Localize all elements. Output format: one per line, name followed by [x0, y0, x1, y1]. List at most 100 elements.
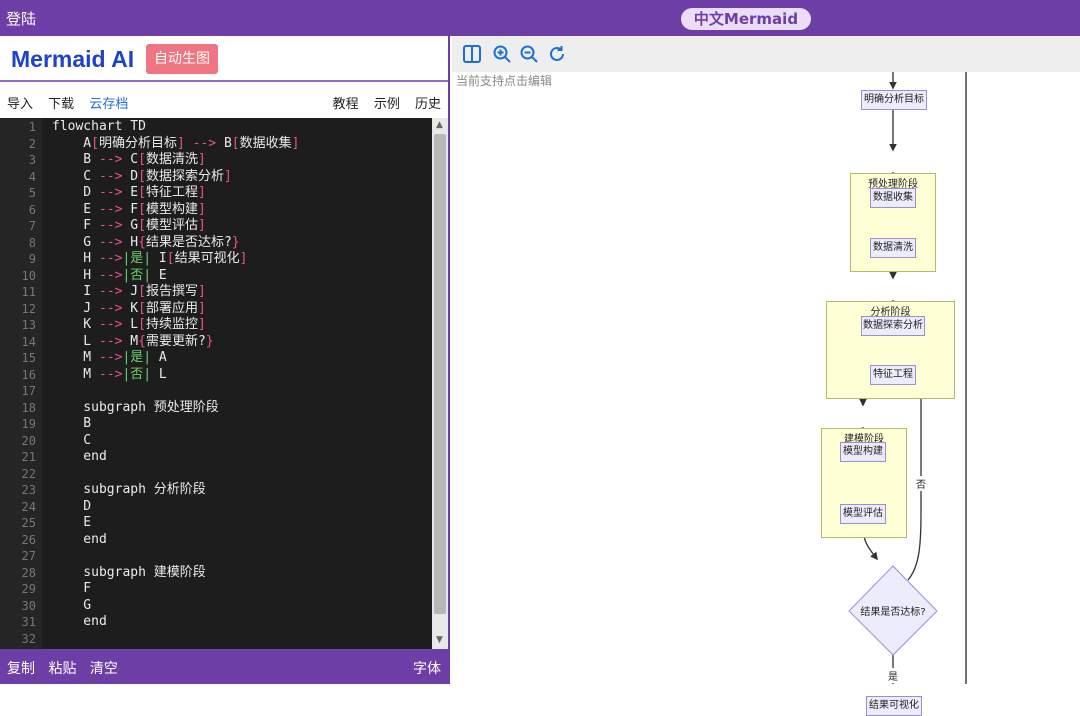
- auto-generate-button[interactable]: 自动生图: [146, 44, 218, 74]
- scroll-up-icon[interactable]: ▲: [436, 120, 443, 130]
- node-g[interactable]: 模型评估: [840, 504, 886, 524]
- node-c[interactable]: 数据清洗: [870, 238, 916, 258]
- node-b[interactable]: 数据收集: [870, 188, 916, 208]
- line-number: 8: [28, 235, 36, 250]
- node-e[interactable]: 特征工程: [870, 365, 916, 385]
- cloud-save-link[interactable]: 云存档: [89, 97, 128, 112]
- font-button[interactable]: 字体: [413, 658, 441, 678]
- code-text: end: [52, 531, 107, 547]
- zoom-in-icon[interactable]: [492, 44, 512, 64]
- code-text: C --> D[数据探索分析]: [52, 168, 232, 184]
- line-number: 15: [21, 351, 36, 365]
- line-number: 23: [21, 483, 36, 497]
- code-line[interactable]: 5 D --> E[特征工程]: [0, 185, 432, 202]
- line-number: 3: [28, 153, 36, 167]
- flowchart-canvas[interactable]: 预处理阶段 分析阶段 建模阶段 明确分析目标 数据收集 数据清洗 数据探索分析 …: [452, 72, 1080, 716]
- examples-link[interactable]: 示例: [374, 97, 400, 112]
- code-line[interactable]: 21 end: [0, 449, 432, 466]
- code-line[interactable]: 12 J --> K[部署应用]: [0, 301, 432, 318]
- line-number: 22: [21, 466, 36, 481]
- code-line[interactable]: 15 M -->|是| A: [0, 350, 432, 367]
- code-line[interactable]: 17: [0, 383, 432, 400]
- code-line[interactable]: 13 K --> L[持续监控]: [0, 317, 432, 334]
- line-number: 28: [21, 565, 36, 580]
- code-line[interactable]: 8 G --> H{结果是否达标?}: [0, 235, 432, 252]
- code-text: B --> C[数据清洗]: [52, 152, 206, 167]
- line-number: 7: [28, 219, 36, 233]
- zoom-out-icon[interactable]: [519, 44, 539, 64]
- code-text: B: [52, 416, 92, 431]
- code-line[interactable]: 1 flowchart TD: [0, 119, 432, 136]
- line-number: 2: [28, 136, 36, 151]
- line-number: 20: [21, 433, 36, 448]
- line-number: 4: [28, 169, 36, 184]
- code-line[interactable]: 22: [0, 466, 432, 483]
- code-editor[interactable]: 1 flowchart TD 2 A[明确分析目标] --> B[数据收集] 3 B …: [0, 118, 448, 649]
- code-line[interactable]: 32: [0, 631, 432, 648]
- editor-scroll-thumb[interactable]: [434, 134, 446, 614]
- line-number: 10: [21, 268, 36, 283]
- code-line[interactable]: 24 D: [0, 499, 432, 516]
- code-line[interactable]: 9 H -->|是| I[结果可视化]: [0, 251, 432, 268]
- code-line[interactable]: 11 I --> J[报告撰写]: [0, 284, 432, 301]
- code-text: H -->|否| E: [52, 267, 167, 283]
- code-line[interactable]: 18 subgraph 预处理阶段: [0, 400, 432, 417]
- line-number: 31: [21, 615, 36, 629]
- code-line[interactable]: 26 end: [0, 532, 432, 549]
- node-d[interactable]: 数据探索分析: [861, 316, 925, 336]
- clear-button[interactable]: 清空: [90, 661, 118, 677]
- paste-button[interactable]: 粘贴: [48, 661, 76, 677]
- code-text: end: [52, 449, 107, 464]
- login-link[interactable]: 登陆: [6, 8, 36, 29]
- tutorial-link[interactable]: 教程: [333, 97, 359, 112]
- code-line[interactable]: 19 B: [0, 416, 432, 433]
- code-line[interactable]: 30 G: [0, 598, 432, 615]
- line-number: 12: [21, 301, 36, 316]
- code-text: K --> L[持续监控]: [52, 317, 206, 332]
- code-line[interactable]: 28 subgraph 建模阶段: [0, 565, 432, 582]
- line-number: 6: [28, 202, 36, 217]
- edge-label-no: 否: [916, 476, 926, 491]
- layout-icon[interactable]: [462, 44, 482, 64]
- node-f[interactable]: 模型构建: [840, 442, 886, 462]
- code-line[interactable]: 4 C --> D[数据探索分析]: [0, 169, 432, 186]
- copy-button[interactable]: 复制: [7, 661, 35, 677]
- code-line[interactable]: 2 A[明确分析目标] --> B[数据收集]: [0, 136, 432, 153]
- node-h-label[interactable]: 结果是否达标?: [849, 603, 937, 618]
- line-number: 27: [21, 549, 36, 563]
- code-text: D --> E[特征工程]: [52, 185, 206, 200]
- code-text: F --> G[模型评估]: [52, 218, 206, 233]
- code-line[interactable]: 20 C: [0, 433, 432, 450]
- code-text: G --> H{结果是否达标?}: [52, 234, 240, 250]
- line-number: 13: [21, 318, 36, 332]
- import-link[interactable]: 导入: [7, 97, 33, 112]
- history-link[interactable]: 历史: [415, 97, 441, 112]
- code-line[interactable]: 14 L --> M{需要更新?}: [0, 334, 432, 351]
- code-text: E --> F[模型构建]: [52, 201, 206, 217]
- download-link[interactable]: 下载: [48, 97, 74, 112]
- code-line[interactable]: 7 F --> G[模型评估]: [0, 218, 432, 235]
- code-text: I --> J[报告撰写]: [52, 284, 206, 299]
- line-number: 21: [21, 450, 36, 464]
- editor-menu: 导入 下载 云存档 教程 示例 历史: [0, 84, 448, 118]
- node-i[interactable]: 结果可视化: [866, 696, 922, 716]
- code-line[interactable]: 6 E --> F[模型构建]: [0, 202, 432, 219]
- code-line[interactable]: 16 M -->|否| L: [0, 367, 432, 384]
- line-number: 5: [28, 186, 36, 200]
- code-line[interactable]: 3 B --> C[数据清洗]: [0, 152, 432, 169]
- line-number: 9: [28, 252, 36, 266]
- code-line[interactable]: 10 H -->|否| E: [0, 268, 432, 285]
- code-line[interactable]: 27: [0, 548, 432, 565]
- code-line[interactable]: 29 F: [0, 581, 432, 598]
- scroll-down-icon[interactable]: ▼: [436, 635, 443, 645]
- node-a[interactable]: 明确分析目标: [861, 90, 927, 110]
- code-line[interactable]: 25 E: [0, 515, 432, 532]
- code-line[interactable]: 23 subgraph 分析阶段: [0, 482, 432, 499]
- logo-row: Mermaid AI 自动生图: [0, 36, 448, 82]
- refresh-icon[interactable]: [547, 44, 567, 64]
- editor-bottom-bar: 复制 粘贴 清空 字体: [0, 649, 448, 684]
- code-line[interactable]: 31 end: [0, 614, 432, 631]
- code-text: G: [52, 597, 92, 613]
- flowchart-edges: [848, 72, 967, 684]
- editor-panel: Mermaid AI 自动生图 导入 下载 云存档 教程 示例 历史 1 flow…: [0, 36, 450, 684]
